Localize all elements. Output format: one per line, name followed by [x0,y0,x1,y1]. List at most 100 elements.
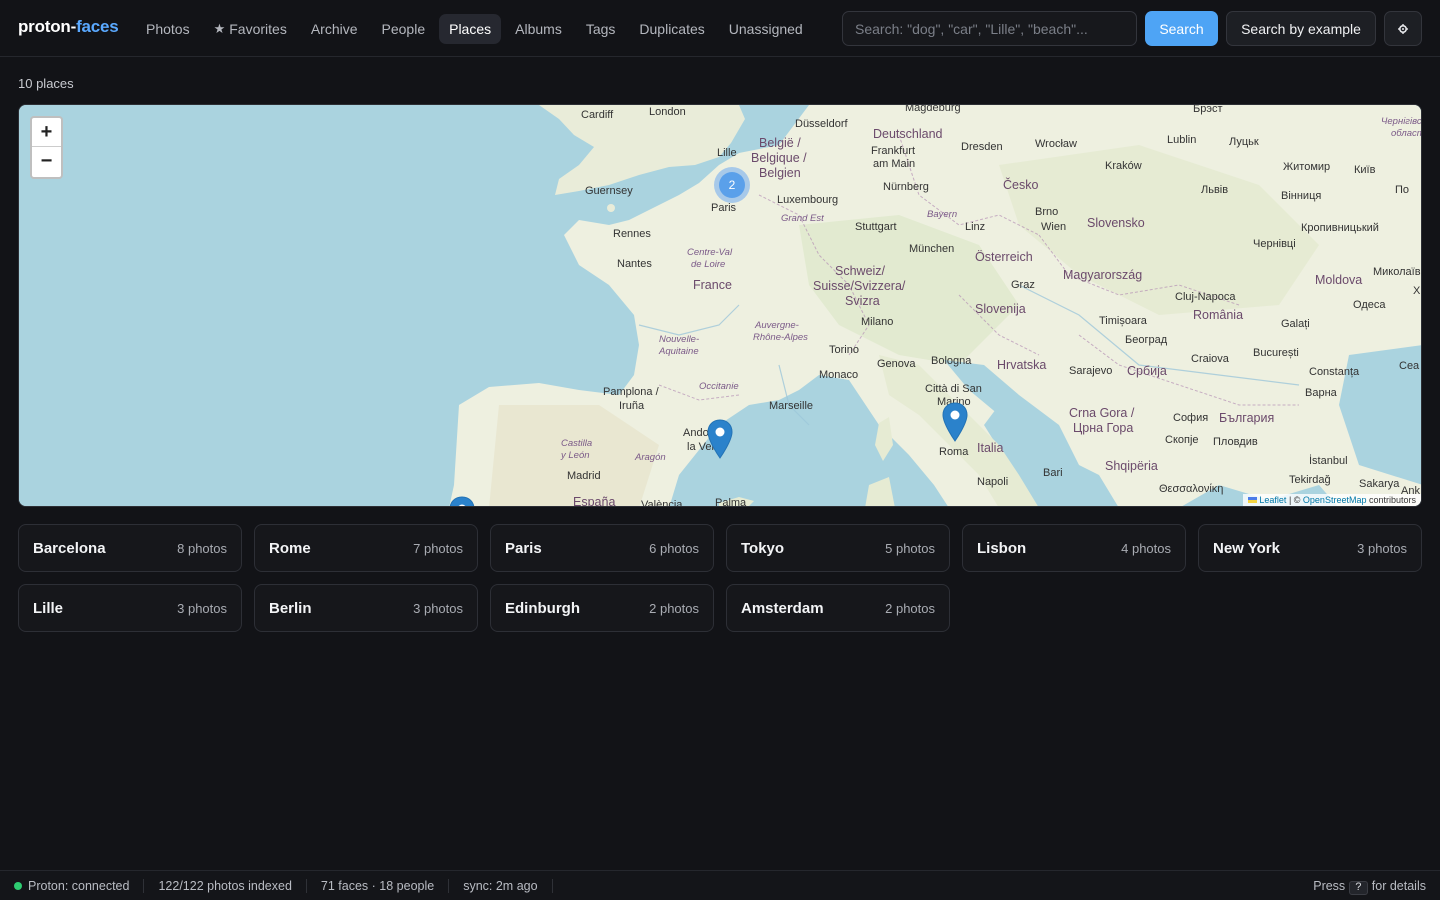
map-label: Чернігівська [1381,116,1422,127]
place-card-lille[interactable]: Lille 3 photos [18,584,242,632]
map-label: Città di San [925,383,982,395]
nav-label: Archive [310,21,358,37]
nav-unassigned[interactable]: Unassigned [719,14,813,44]
map-label: Ando [683,427,709,439]
star-icon: ★ [213,21,226,36]
search-button[interactable]: Search [1145,11,1218,46]
places-grid: Barcelona 8 photos Rome 7 photos Paris 6 ph… [18,524,1422,632]
nav-duplicates[interactable]: Duplicates [629,14,714,44]
map-label: Centre-Val [687,247,733,258]
nav-albums[interactable]: Albums [505,14,572,44]
settings-button[interactable] [1384,11,1422,46]
map-label: София [1173,412,1209,424]
place-card-tokyo[interactable]: Tokyo 5 photos [726,524,950,572]
nav-places[interactable]: Places [439,14,502,44]
place-card-berlin[interactable]: Berlin 3 photos [254,584,478,632]
search-by-example-button[interactable]: Search by example [1226,11,1376,46]
map-marker-pin-icon[interactable] [942,402,968,442]
map-label: Црна Гора [1073,421,1134,435]
map-label: Svizra [845,294,880,308]
place-photo-count: 5 photos [885,540,935,556]
place-name: Tokyo [741,539,785,557]
places-map[interactable]: + − Cardiff London Lille Guernsey Paris … [18,104,1422,507]
map-label: Житомир [1283,161,1331,173]
nav-archive[interactable]: Archive [301,14,368,44]
map-label: Constanța [1309,366,1360,378]
zoom-in-button[interactable]: + [32,118,61,147]
map-label: Deutschland [873,127,943,141]
app-logo[interactable]: proton-faces [18,17,119,37]
nav-photos[interactable]: Photos [136,14,200,44]
map-label: España [573,495,616,507]
map-label: București [1253,347,1299,359]
map-label: Palma [715,497,747,507]
places-count: 10 places [18,76,74,91]
map-label: Marseille [769,400,814,412]
place-photo-count: 3 photos [413,600,463,616]
place-card-lisbon[interactable]: Lisbon 4 photos [962,524,1186,572]
map-label: Sakarya [1359,478,1400,490]
place-card-rome[interactable]: Rome 7 photos [254,524,478,572]
sync-status: sync: 2m ago [449,878,553,893]
place-name: Rome [269,539,311,557]
map-marker-pin-icon[interactable] [449,496,475,507]
place-card-barcelona[interactable]: Barcelona 8 photos [18,524,242,572]
map-label: Belgique / [751,151,807,165]
place-name: New York [1213,539,1280,557]
place-photo-count: 2 photos [885,600,935,616]
map-label: Shqipëria [1105,459,1158,473]
map-label: Луцьк [1229,136,1259,148]
nav-label: Tags [585,21,616,37]
top-bar: proton-faces Photos ★ Favorites Archive P… [0,0,1440,57]
nav-label: Unassigned [728,21,803,37]
map-label: Rhône-Alpes [753,332,808,343]
map-label: България [1219,411,1275,425]
map-label: Suisse/Svizzera/ [813,279,906,293]
map-marker-pin-icon[interactable] [707,419,733,459]
map-label: Одеса [1353,299,1386,311]
map-label: Genova [877,358,916,370]
map-label: Сеа [1399,360,1420,372]
search-input[interactable] [842,11,1137,46]
gear-icon [1398,23,1408,34]
nav-label: People [381,21,426,37]
map-label: Кропивницький [1301,222,1379,234]
map-label: Dresden [961,141,1003,153]
nav-people[interactable]: People [372,14,436,44]
connection-status: Proton: connected [0,878,145,893]
map-label: Monaco [819,369,859,381]
nav-favorites[interactable]: ★ Favorites [204,14,297,44]
place-photo-count: 2 photos [649,600,699,616]
leaflet-label: Leaflet [1259,495,1287,505]
map-label: Slovenija [975,302,1026,316]
nav-label: Albums [515,21,562,37]
osm-link[interactable]: OpenStreetMap [1303,495,1367,505]
map-label: London [649,106,686,118]
map-label: Rennes [613,228,651,240]
place-name: Lisbon [977,539,1027,557]
place-name: Lille [33,599,64,617]
nav-label: Favorites [229,21,287,37]
zoom-out-button[interactable]: − [32,147,61,176]
map-label: Nouvelle- [659,334,700,345]
leaflet-link[interactable]: Leaflet [1248,495,1286,505]
place-card-paris[interactable]: Paris 6 photos [490,524,714,572]
map-label: Скопје [1165,434,1199,446]
place-photo-count: 3 photos [1357,540,1407,556]
map-cluster-marker[interactable]: 2 [714,167,750,203]
place-card-new-york[interactable]: New York 3 photos [1198,524,1422,572]
map-label: Madrid [567,470,601,482]
map-label: Belgien [759,166,801,180]
place-card-amsterdam[interactable]: Amsterdam 2 photos [726,584,950,632]
nav-tags[interactable]: Tags [576,14,626,44]
place-photo-count: 4 photos [1121,540,1171,556]
map-label: Schweiz/ [835,264,886,278]
map-label: y León [561,450,590,461]
map-label: Occitanie [699,381,739,392]
map-label: Пловдив [1213,436,1258,448]
map-label: Roma [939,446,969,458]
place-name: Barcelona [33,539,106,557]
map-label: am Main [873,158,916,170]
place-card-edinburgh[interactable]: Edinburgh 2 photos [490,584,714,632]
map-label: Slovensko [1087,216,1145,230]
